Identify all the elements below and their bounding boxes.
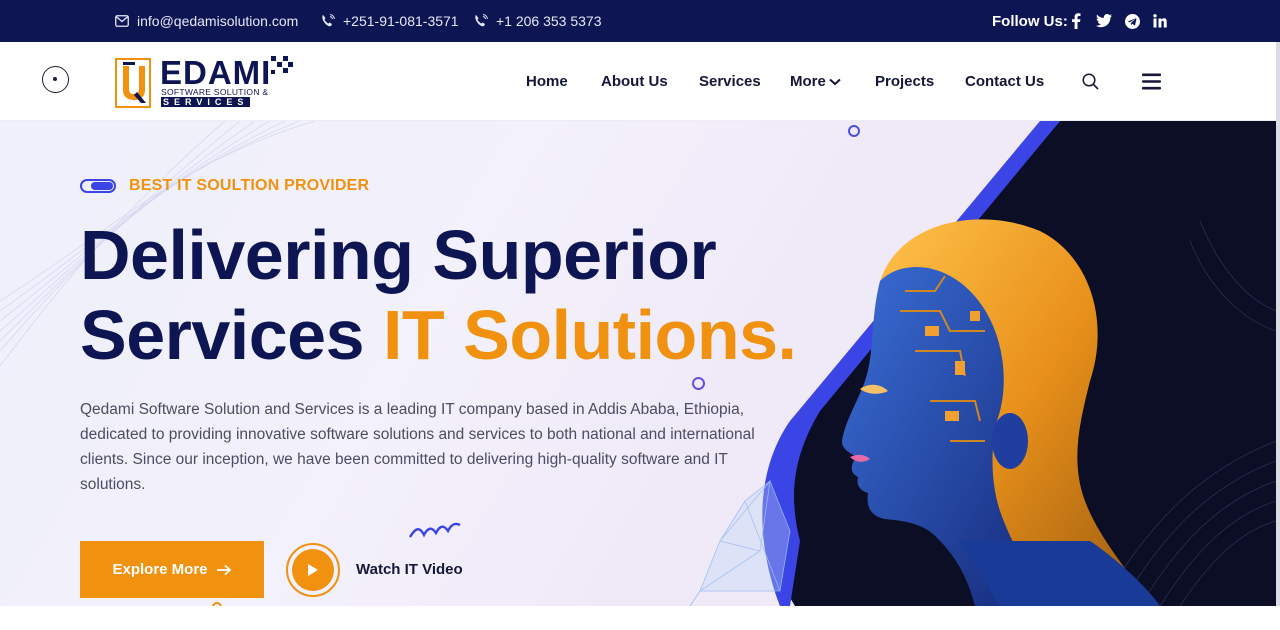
nav-projects[interactable]: Projects bbox=[875, 42, 934, 121]
scrollbar[interactable] bbox=[1276, 42, 1280, 606]
arrow-right-icon bbox=[216, 564, 231, 575]
squiggle-decoration bbox=[408, 522, 461, 538]
nav-more[interactable]: More bbox=[790, 42, 841, 121]
logo-mark-icon bbox=[115, 58, 151, 108]
mail-icon bbox=[115, 15, 129, 27]
chevron-down-icon bbox=[829, 78, 841, 85]
headline-line-1: Delivering Superior bbox=[80, 216, 717, 294]
play-button-inner bbox=[292, 549, 334, 591]
phone-icon bbox=[322, 14, 335, 27]
play-video-button[interactable] bbox=[286, 543, 340, 597]
nav-about-us[interactable]: About Us bbox=[601, 42, 668, 121]
next-section-edge bbox=[0, 606, 1280, 630]
hero-section: BEST IT SOULTION PROVIDER Delivering Sup… bbox=[0, 121, 1276, 606]
twitter-icon[interactable] bbox=[1096, 13, 1112, 29]
watch-video-link[interactable]: Watch IT Video bbox=[356, 561, 463, 578]
decorative-ring bbox=[848, 125, 860, 137]
headline-line-2: Services IT Solutions. bbox=[80, 295, 797, 375]
phone-text-2: +1 206 353 5373 bbox=[496, 13, 602, 29]
nav-contact-us[interactable]: Contact Us bbox=[965, 42, 1044, 121]
logo-pixels-icon bbox=[271, 56, 293, 74]
email-text: info@qedamisolution.com bbox=[137, 13, 299, 29]
top-bar: info@qedamisolution.com +251-91-081-3571… bbox=[0, 0, 1280, 42]
site-header: EDAMI SOFTWARE SOLUTION & SERVICES Home … bbox=[0, 42, 1280, 121]
phone-icon bbox=[475, 14, 488, 27]
nav-more-label: More bbox=[790, 73, 826, 90]
hero-badge: BEST IT SOULTION PROVIDER bbox=[129, 177, 370, 194]
phone-text-1: +251-91-081-3571 bbox=[343, 13, 459, 29]
headline-dark-part: Services bbox=[80, 296, 383, 374]
nav-home[interactable]: Home bbox=[526, 42, 568, 121]
logo-tagline: SOFTWARE SOLUTION & bbox=[161, 87, 269, 97]
nav-services[interactable]: Services bbox=[699, 42, 761, 121]
play-icon bbox=[308, 564, 318, 576]
hero-description: Qedami Software Solution and Services is… bbox=[80, 401, 755, 493]
phone-contact-2[interactable]: +1 206 353 5373 bbox=[473, 0, 602, 42]
linkedin-icon[interactable] bbox=[1152, 13, 1168, 29]
toggle-pill-icon bbox=[80, 179, 116, 193]
telegram-icon[interactable] bbox=[1124, 13, 1140, 29]
social-links bbox=[1068, 0, 1168, 42]
explore-more-label: Explore More bbox=[112, 561, 208, 578]
decorative-ring bbox=[692, 377, 705, 390]
headline-accent-part: IT Solutions. bbox=[382, 296, 797, 374]
site-logo[interactable]: EDAMI SOFTWARE SOLUTION & SERVICES bbox=[115, 54, 295, 110]
hamburger-menu-icon[interactable] bbox=[1142, 73, 1161, 90]
email-contact[interactable]: info@qedamisolution.com bbox=[115, 0, 298, 42]
explore-more-button[interactable]: Explore More bbox=[80, 541, 264, 598]
facebook-icon[interactable] bbox=[1068, 13, 1084, 29]
phone-contact-1[interactable]: +251-91-081-3571 bbox=[320, 0, 459, 42]
follow-label: Follow Us: bbox=[992, 12, 1068, 30]
offcanvas-toggle-button[interactable] bbox=[42, 66, 69, 93]
logo-tagline-2: SERVICES bbox=[161, 97, 251, 107]
search-icon[interactable] bbox=[1082, 73, 1099, 90]
hero-headline: Delivering Superior Services IT Solution… bbox=[80, 215, 797, 375]
